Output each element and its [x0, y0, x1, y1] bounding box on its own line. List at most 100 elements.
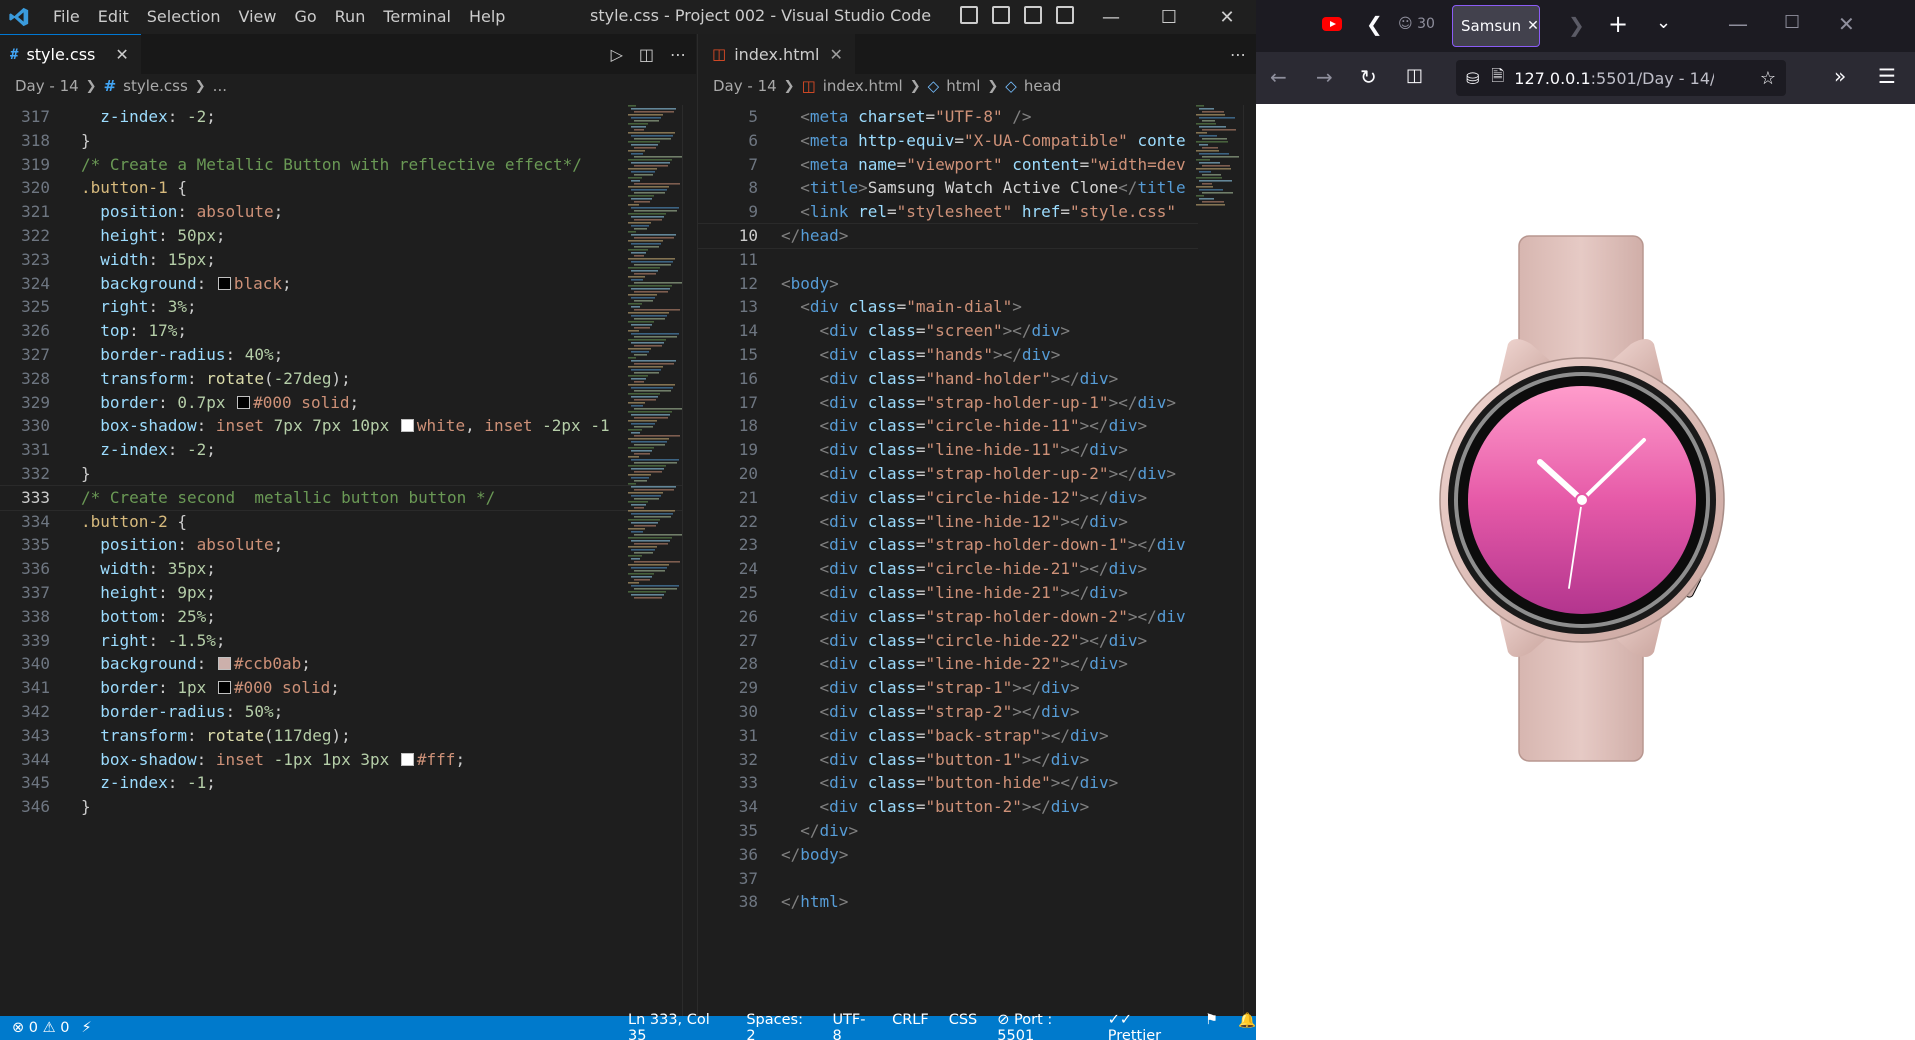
menu-view[interactable]: View: [230, 0, 286, 34]
cursor-position[interactable]: Ln 333, Col 35: [628, 1012, 726, 1040]
code-line[interactable]: 28 <div class="line-hide-22"></div>: [698, 652, 1198, 676]
menu-edit[interactable]: Edit: [89, 0, 138, 34]
vertical-scrollbar[interactable]: [1243, 105, 1257, 1016]
code-line[interactable]: 27 <div class="circle-hide-22"></div>: [698, 629, 1198, 653]
code-line[interactable]: 325 right: 3%;: [0, 295, 696, 319]
code-line[interactable]: 338 bottom: 25%;: [0, 605, 696, 629]
breadcrumb-folder[interactable]: Day - 14: [713, 77, 777, 95]
lightning-icon[interactable]: ⚡: [81, 1020, 91, 1036]
minimap[interactable]: [1194, 105, 1250, 605]
toggle-primary-sidebar-icon[interactable]: [960, 6, 978, 24]
code-line[interactable]: 340 background: #ccb0ab;: [0, 652, 696, 676]
color-swatch[interactable]: [237, 395, 251, 409]
code-line[interactable]: 30 <div class="strap-2"></div>: [698, 700, 1198, 724]
feedback-icon[interactable]: ⚑: [1205, 1012, 1218, 1040]
code-line[interactable]: 23 <div class="strap-holder-down-1"></di…: [698, 533, 1198, 557]
address-bar[interactable]: ⛁ 🗎 127.0.0.1:5501/Day - 14/index.h ☆: [1456, 60, 1786, 96]
code-line[interactable]: 332}: [0, 462, 696, 486]
code-line[interactable]: 34 <div class="button-2"></div>: [698, 795, 1198, 819]
bookmark-star-icon[interactable]: ☆: [1760, 68, 1776, 89]
code-line[interactable]: 14 <div class="screen"></div>: [698, 319, 1198, 343]
code-line[interactable]: 339 right: -1.5%;: [0, 629, 696, 653]
code-line[interactable]: 337 height: 9px;: [0, 581, 696, 605]
code-line[interactable]: 33 <div class="button-hide"></div>: [698, 771, 1198, 795]
code-line[interactable]: 18 <div class="circle-hide-11"></div>: [698, 414, 1198, 438]
code-line[interactable]: 335 position: absolute;: [0, 533, 696, 557]
more-actions-icon[interactable]: ⋯: [1230, 45, 1246, 64]
menu-help[interactable]: Help: [460, 0, 514, 34]
tab-style-css[interactable]: # style.css ✕: [0, 34, 141, 74]
code-line[interactable]: 330 box-shadow: inset 7px 7px 10px white…: [0, 414, 696, 438]
tab-scroll-right-icon[interactable]: ❯: [1568, 13, 1585, 37]
toggle-panel-icon[interactable]: [992, 6, 1010, 24]
code-line[interactable]: 6 <meta http-equiv="X-UA-Compatible" con…: [698, 129, 1198, 153]
color-swatch[interactable]: [217, 681, 231, 695]
menu-terminal[interactable]: Terminal: [374, 0, 460, 34]
code-line[interactable]: 334 .button-2 {: [0, 510, 696, 534]
code-line[interactable]: 22 <div class="line-hide-12"></div>: [698, 510, 1198, 534]
menu-go[interactable]: Go: [285, 0, 325, 34]
menu-run[interactable]: Run: [326, 0, 375, 34]
code-line[interactable]: 344 box-shadow: inset -1px 1px 3px #fff;: [0, 748, 696, 772]
breadcrumb-html[interactable]: html: [946, 77, 980, 95]
close-tab-icon[interactable]: ✕: [830, 45, 843, 64]
breadcrumb-folder[interactable]: Day - 14: [15, 77, 79, 95]
list-all-tabs-icon[interactable]: ⌄: [1656, 12, 1671, 33]
customize-layout-icon[interactable]: [1056, 6, 1074, 24]
back-tabs-chevron-icon[interactable]: ❮: [1366, 12, 1383, 36]
menu-selection[interactable]: Selection: [138, 0, 230, 34]
code-line[interactable]: 333 /* Create second metallic button butt…: [0, 484, 696, 511]
more-actions-icon[interactable]: ⋯: [670, 45, 686, 64]
code-line[interactable]: 331 z-index: -2;: [0, 438, 696, 462]
code-line[interactable]: 329 border: 0.7px #000 solid;: [0, 391, 696, 415]
code-editor-css[interactable]: 317 z-index: -2; 318} 319/* Create a Metal…: [0, 105, 696, 1016]
code-line[interactable]: 317 z-index: -2;: [0, 105, 696, 129]
code-line[interactable]: 12 <body>: [698, 272, 1198, 296]
youtube-icon[interactable]: [1320, 12, 1344, 41]
color-swatch[interactable]: [217, 276, 231, 290]
forward-icon[interactable]: →: [1316, 65, 1333, 89]
code-line[interactable]: 323 width: 15px;: [0, 248, 696, 272]
indentation[interactable]: Spaces: 2: [746, 1012, 812, 1040]
code-line[interactable]: 16 <div class="hand-holder"></div>: [698, 367, 1198, 391]
code-line[interactable]: 322 height: 50px;: [0, 224, 696, 248]
notifications-icon[interactable]: 🔔: [1238, 1012, 1256, 1040]
code-line[interactable]: 20 <div class="strap-holder-up-2"></div>: [698, 462, 1198, 486]
code-line[interactable]: 10 </head>: [698, 222, 1198, 249]
browser-tab-active[interactable]: Samsun ✕: [1452, 5, 1540, 47]
code-line[interactable]: 321 position: absolute;: [0, 200, 696, 224]
code-line[interactable]: 345 z-index: -1;: [0, 771, 696, 795]
browser-tab-inactive[interactable]: ☺ 30: [1398, 16, 1435, 32]
code-line[interactable]: 320 .button-1 {: [0, 176, 696, 200]
code-line[interactable]: 15 <div class="hands"></div>: [698, 343, 1198, 367]
close-tab-icon[interactable]: ✕: [115, 45, 128, 64]
code-line[interactable]: 324 background: black;: [0, 272, 696, 296]
more-tools-icon[interactable]: »: [1834, 64, 1846, 88]
hamburger-menu-icon[interactable]: ☰: [1878, 64, 1896, 88]
code-line[interactable]: 17 <div class="strap-holder-up-1"></div>: [698, 391, 1198, 415]
language-mode[interactable]: CSS: [949, 1012, 978, 1040]
close-window-icon[interactable]: ✕: [1838, 12, 1855, 36]
close-tab-icon[interactable]: ✕: [1527, 18, 1539, 34]
new-tab-icon[interactable]: +: [1608, 10, 1628, 38]
vertical-scrollbar[interactable]: [682, 105, 696, 1016]
code-line[interactable]: 326 top: 17%;: [0, 319, 696, 343]
breadcrumb-file[interactable]: style.css: [123, 77, 188, 95]
code-line[interactable]: 21 <div class="circle-hide-12"></div>: [698, 486, 1198, 510]
code-line[interactable]: 31 <div class="back-strap"></div>: [698, 724, 1198, 748]
code-line[interactable]: 341 border: 1px #000 solid;: [0, 676, 696, 700]
color-swatch[interactable]: [400, 752, 414, 766]
code-line[interactable]: 343 transform: rotate(117deg);: [0, 724, 696, 748]
prettier-status[interactable]: ✓✓ Prettier: [1108, 1012, 1185, 1040]
code-line[interactable]: 346}: [0, 795, 696, 819]
breadcrumb-symbol[interactable]: ...: [213, 77, 227, 95]
code-line[interactable]: 327 border-radius: 40%;: [0, 343, 696, 367]
code-line[interactable]: 5 <meta charset="UTF-8" />: [698, 105, 1198, 129]
code-line[interactable]: 37: [698, 867, 1198, 891]
code-editor-html[interactable]: 5 <meta charset="UTF-8" /> 6 <meta http-e…: [698, 105, 1198, 1016]
code-line[interactable]: 29 <div class="strap-1"></div>: [698, 676, 1198, 700]
code-line[interactable]: 36 </body>: [698, 843, 1198, 867]
minimap[interactable]: [626, 105, 683, 605]
code-line[interactable]: 9 <link rel="stylesheet" href="style.css…: [698, 200, 1198, 224]
minimize-icon[interactable]: —: [1728, 12, 1748, 36]
